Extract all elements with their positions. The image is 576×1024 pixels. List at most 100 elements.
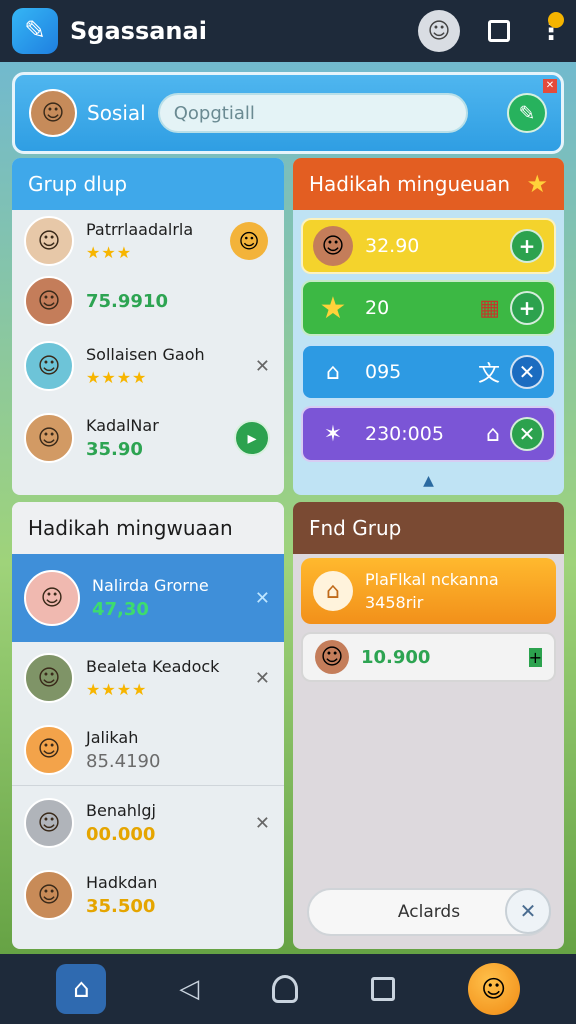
group-panel-title: Grup dlup <box>12 158 284 210</box>
house-icon: ⌂ <box>486 421 500 447</box>
notification-badge <box>548 12 564 28</box>
app-title: Sgassanai <box>70 17 207 45</box>
member-name: Sollaisen Gaoh <box>86 345 205 364</box>
chevron-up-icon[interactable]: ▲ <box>293 473 564 489</box>
close-icon[interactable]: ✕ <box>543 79 557 93</box>
list-item[interactable]: ☺ KadalNar 35.90 ▸ <box>12 402 284 474</box>
weekly-reward-list-panel: Hadikah mingwuaan ☺ Nalirda Grorne 47,30… <box>12 502 284 949</box>
social-search-input[interactable] <box>157 93 468 133</box>
find-group-panel: Fnd Grup ⌂ PlaFlkal nckanna 3458rir ☺ 10… <box>293 502 564 949</box>
item-name: Jalikah <box>86 727 139 747</box>
weekly-reward-title: Hadikah mingueuan ★ <box>293 158 564 210</box>
item-value: 85.4190 <box>86 750 161 772</box>
reward-card[interactable]: ☺ 32.90 + <box>301 218 556 274</box>
list-item[interactable]: ☺ Bealeta Keadock ★★★★ ✕ <box>12 642 284 714</box>
star-smiley-icon: ★ <box>526 170 548 198</box>
member-name: Patrrlaadalrla <box>86 220 194 239</box>
add-button[interactable]: + <box>510 291 544 325</box>
close-button[interactable]: ✕ <box>510 355 544 389</box>
close-icon[interactable]: ✕ <box>505 888 551 934</box>
list-item[interactable]: ☺ Patrrlaadalrla ★★★ ☺ <box>12 210 284 272</box>
list-item[interactable]: ☺ Hadkdan 35.500 <box>12 860 284 930</box>
avatar: ☺ <box>24 276 74 326</box>
house-icon: ⌂ <box>326 359 340 385</box>
item-name: Bealeta Keadock <box>86 657 220 676</box>
reward-value: 32.90 <box>365 235 420 257</box>
top-bar: ✎ Sgassanai ☺ ⋮ <box>0 0 576 62</box>
mascot-icon[interactable]: ☺ <box>467 963 520 1015</box>
star-burst-icon: ✶ <box>323 421 343 447</box>
member-stars: ★★★★ <box>86 368 148 387</box>
avatar: ☺ <box>315 640 349 674</box>
more-options-icon[interactable]: ⋮ <box>538 12 564 44</box>
group-value: 3458rir <box>365 593 424 612</box>
reward-value: 20 <box>365 297 390 319</box>
window-square-icon[interactable] <box>488 20 510 42</box>
close-button[interactable]: ✕ <box>510 417 544 451</box>
join-button[interactable]: ▸ <box>234 420 270 456</box>
social-bar: ☺ Sosial ✎ ✕ <box>12 72 564 154</box>
list-item[interactable]: ☺ 75.9910 <box>12 272 284 330</box>
recents-icon[interactable] <box>370 977 395 1001</box>
reward-card[interactable]: ✶ 230:005 ⌂ ✕ <box>301 406 556 462</box>
item-stars: ★★★★ <box>86 680 148 699</box>
avatar: ☺ <box>24 724 74 775</box>
reward-card[interactable]: ⌂ 095 文 ✕ <box>301 344 556 400</box>
add-button[interactable]: + <box>510 229 544 263</box>
item-name: Benahlgj <box>86 801 156 820</box>
edit-button[interactable]: ✎ <box>507 93 547 133</box>
avatar: ☺ <box>24 413 74 463</box>
avatar: ☺ <box>24 798 74 848</box>
avatar: ☺ <box>313 226 353 266</box>
member-value: 35.90 <box>86 439 143 460</box>
back-icon[interactable]: ◁ <box>179 974 199 1004</box>
star-icon: ★ <box>319 290 347 326</box>
avatar: ☺ <box>24 870 74 920</box>
weekly-reward-title-text: Hadikah mingueuan <box>309 172 511 196</box>
item-name: Hadkdan <box>86 873 158 892</box>
list-item[interactable]: ☺ Benahlgj 00.000 ✕ <box>12 786 284 860</box>
list-item[interactable]: ☺ Sollaisen Gaoh ★★★★ ✕ <box>12 330 284 402</box>
top-bar-actions: ☺ ⋮ <box>418 10 564 52</box>
list-item[interactable]: ☺ Jalikah 85.4190 <box>12 714 284 786</box>
group-card[interactable]: ⌂ PlaFlkal nckanna 3458rir <box>301 558 556 624</box>
avatar: ☺ <box>24 341 74 391</box>
smiley-icon: ☺ <box>230 222 268 260</box>
add-button[interactable]: + <box>528 647 542 667</box>
bottom-nav: ⌂ ◁ ☺ <box>0 954 576 1024</box>
group-card[interactable]: ☺ 10.900 + <box>301 632 556 682</box>
item-name: Nalirda Grorne <box>92 576 209 595</box>
close-icon[interactable]: ✕ <box>255 356 270 377</box>
member-value: 75.9910 <box>86 290 168 312</box>
home-circle-icon[interactable] <box>271 975 298 1003</box>
house-icon: ⌂ <box>313 571 353 611</box>
reward-value: 095 <box>365 361 402 383</box>
avatar: ☺ <box>24 570 80 626</box>
member-name: KadalNar <box>86 416 159 435</box>
item-value: 00.000 <box>86 824 156 845</box>
find-group-search-label: Aclards <box>397 902 461 922</box>
close-icon[interactable]: ✕ <box>255 813 270 834</box>
member-stars: ★★★ <box>86 243 133 262</box>
user-avatar[interactable]: ☺ <box>29 89 77 137</box>
item-value: 47,30 <box>92 599 149 620</box>
list-item[interactable]: ☺ Nalirda Grorne 47,30 ✕ <box>12 554 284 642</box>
find-group-title: Fnd Grup <box>293 502 564 554</box>
home-icon[interactable]: ⌂ <box>56 964 107 1014</box>
weekly-reward-list-title: Hadikah mingwuaan <box>12 502 284 554</box>
group-value: 10.900 <box>361 646 431 668</box>
chat-bubbles-icon[interactable]: ✎ <box>12 8 58 54</box>
reward-value: 230:005 <box>365 423 444 445</box>
avatar: ☺ <box>24 216 74 266</box>
social-label: Sosial <box>87 101 146 125</box>
close-icon[interactable]: ✕ <box>255 668 270 689</box>
group-panel: Grup dlup ☺ Patrrlaadalrla ★★★ ☺ ☺ 75.99… <box>12 158 284 495</box>
mascot-avatar-icon[interactable]: ☺ <box>418 10 460 52</box>
avatar: ☺ <box>24 653 74 703</box>
translate-icon: 文 <box>477 362 500 387</box>
group-name: PlaFlkal nckanna <box>365 570 499 589</box>
close-icon[interactable]: ✕ <box>255 588 270 609</box>
gift-box-icon: ▦ <box>479 295 500 321</box>
reward-card[interactable]: ★ 20 ▦ + <box>301 280 556 336</box>
find-group-search-button[interactable]: Aclards ✕ <box>307 888 551 936</box>
